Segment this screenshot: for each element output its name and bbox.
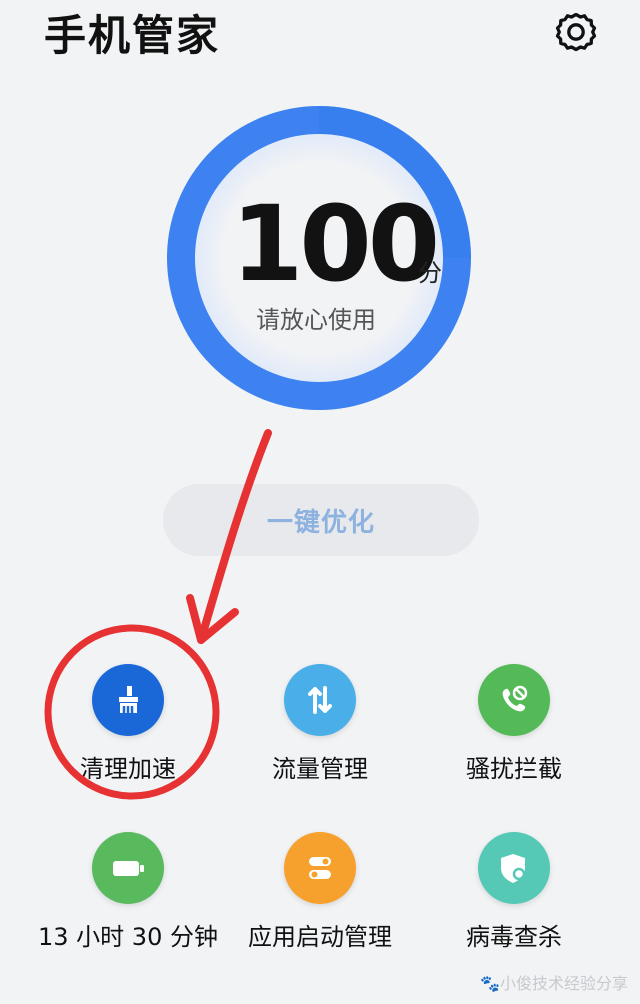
app-title: 手机管家 bbox=[44, 11, 221, 60]
shield-search-icon bbox=[478, 832, 550, 904]
settings-gear-icon[interactable] bbox=[552, 9, 600, 57]
score-value: 100 bbox=[231, 183, 440, 305]
phone-block-icon bbox=[478, 664, 550, 736]
tool-label: 骚扰拦截 bbox=[466, 755, 562, 783]
watermark-text: 小俊技术经验分享 bbox=[499, 974, 628, 993]
tool-label: 13 小时 30 分钟 bbox=[38, 923, 218, 951]
battery-icon bbox=[92, 832, 164, 904]
tool-traffic-management[interactable]: 流量管理 bbox=[230, 664, 410, 784]
tool-label: 清理加速 bbox=[80, 755, 176, 783]
tool-label: 病毒查杀 bbox=[466, 923, 562, 951]
score-status: 请放心使用 bbox=[256, 306, 376, 334]
tool-app-launch-management[interactable]: 应用启动管理 bbox=[230, 832, 410, 952]
tool-label: 应用启动管理 bbox=[248, 923, 392, 951]
watermark: 🐾小俊技术经验分享 bbox=[480, 974, 628, 994]
broom-icon bbox=[92, 664, 164, 736]
tool-virus-scan[interactable]: 病毒查杀 bbox=[424, 832, 604, 952]
paw-icon: 🐾 bbox=[480, 974, 500, 993]
score-unit: 分 bbox=[418, 259, 442, 287]
tool-harassment-block[interactable]: 骚扰拦截 bbox=[424, 664, 604, 784]
tool-clean-speedup[interactable]: 清理加速 bbox=[38, 664, 218, 784]
tool-label: 流量管理 bbox=[272, 755, 368, 783]
one-click-optimize-button[interactable]: 一键优化 bbox=[163, 484, 479, 556]
toggle-switch-icon bbox=[284, 832, 356, 904]
traffic-arrows-icon bbox=[284, 664, 356, 736]
tool-battery-time[interactable]: 13 小时 30 分钟 bbox=[38, 832, 218, 952]
